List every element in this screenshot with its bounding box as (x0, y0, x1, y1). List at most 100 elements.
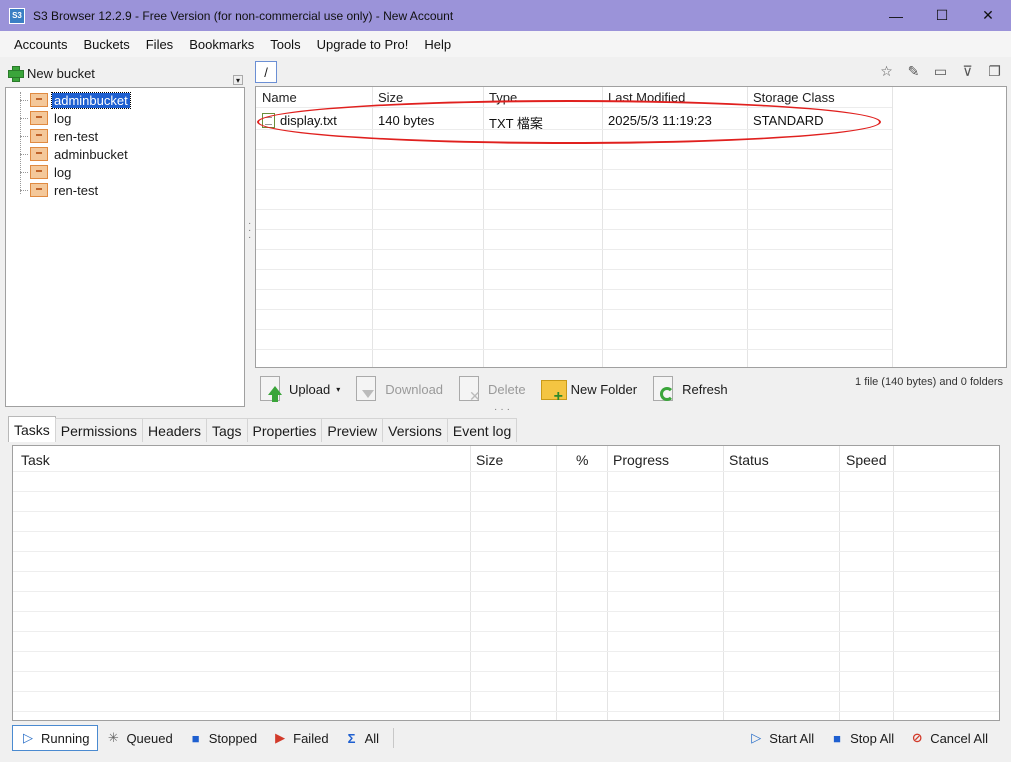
tab-tags[interactable]: Tags (205, 418, 248, 442)
highlight-annotation (257, 100, 881, 144)
column-header-status[interactable]: Status (729, 452, 769, 468)
start-all-button[interactable]: ▷ Start All (741, 725, 822, 751)
filter-all-button[interactable]: Σ All (337, 725, 387, 751)
tree-item-label: ren-test (54, 182, 99, 198)
menu-accounts[interactable]: Accounts (6, 37, 75, 52)
filter-queued-label: Queued (126, 730, 173, 746)
tree-item-bucket[interactable]: ren-test (20, 127, 100, 145)
stop-icon: ■ (191, 730, 200, 746)
vertical-splitter[interactable]: · · · (248, 219, 252, 243)
tree-item-label: adminbucket (51, 91, 131, 109)
menu-bar: Accounts Buckets Files Bookmarks Tools U… (0, 31, 1011, 57)
bucket-tree[interactable]: adminbucket log ren-test adminbucket log… (5, 87, 245, 407)
app-icon: S3 (9, 7, 25, 24)
column-header-name[interactable]: Name (262, 90, 297, 105)
tree-item-label: log (54, 164, 72, 180)
new-folder-button[interactable]: + New Folder (540, 372, 637, 406)
cancel-all-button[interactable]: ⊘ Cancel All (902, 725, 996, 751)
filter-running-button[interactable]: ▷ Running (12, 725, 99, 751)
new-bucket-button[interactable]: New bucket (27, 66, 95, 81)
refresh-label: Refresh (682, 381, 728, 397)
bucket-icon (30, 183, 48, 197)
maximize-button[interactable]: ☐ (919, 0, 965, 31)
filter-stopped-label: Stopped (208, 730, 258, 746)
tree-item-label: adminbucket (54, 146, 128, 162)
task-filter-bar: ▷ Running ✳ Queued ■ Stopped ▶ Failed Σ … (12, 724, 1000, 752)
tab-tasks[interactable]: Tasks (8, 416, 56, 442)
task-control-buttons: ▷ Start All ■ Stop All ⊘ Cancel All (741, 724, 996, 752)
download-button[interactable]: Download (354, 372, 443, 406)
start-all-icon: ▷ (751, 730, 762, 745)
stop-all-icon: ■ (833, 730, 842, 746)
tree-item-bucket[interactable]: ren-test (20, 181, 100, 199)
minimize-button[interactable]: — (873, 0, 919, 31)
spinner-icon: ✳ (107, 730, 119, 745)
close-button[interactable]: ✕ (965, 0, 1011, 31)
refresh-icon (651, 374, 677, 404)
menu-upgrade[interactable]: Upgrade to Pro! (309, 37, 417, 52)
tab-permissions[interactable]: Permissions (54, 418, 144, 442)
column-header-percent[interactable]: % (576, 452, 588, 468)
stop-all-button[interactable]: ■ Stop All (822, 725, 902, 751)
tree-item-bucket[interactable]: adminbucket (20, 145, 130, 163)
tab-versions[interactable]: Versions (382, 418, 448, 442)
chevron-down-icon[interactable]: ▾ (336, 385, 340, 394)
stop-all-label: Stop All (850, 730, 895, 746)
download-label: Download (385, 381, 444, 397)
filter-failed-button[interactable]: ▶ Failed (265, 725, 336, 751)
filter-icon[interactable]: ⊽ (959, 63, 976, 80)
tasks-grid[interactable]: Task Size % Progress Status Speed (12, 445, 1000, 721)
horizontal-splitter[interactable]: ··· (494, 404, 513, 415)
pencil-icon[interactable]: ✎ (905, 63, 922, 80)
filter-running-label: Running (41, 730, 90, 746)
column-header-speed[interactable]: Speed (846, 452, 886, 468)
dropdown-icon[interactable]: ▾ (233, 75, 243, 85)
tab-preview[interactable]: Preview (321, 418, 384, 442)
column-header-size[interactable]: Size (476, 452, 503, 468)
failed-icon: ▶ (275, 730, 286, 745)
file-list[interactable]: Name Size Type Last Modified Storage Cla… (255, 86, 1007, 368)
filter-queued-button[interactable]: ✳ Queued (98, 725, 180, 751)
menu-buckets[interactable]: Buckets (75, 37, 137, 52)
column-header-storage[interactable]: Storage Class (753, 90, 835, 105)
download-icon (354, 374, 380, 404)
delete-button[interactable]: ✕ Delete (457, 372, 526, 406)
menu-bookmarks[interactable]: Bookmarks (181, 37, 262, 52)
tab-properties[interactable]: Properties (246, 418, 323, 442)
upload-label: Upload (289, 381, 331, 397)
upload-icon (258, 374, 284, 404)
menu-files[interactable]: Files (138, 37, 181, 52)
star-icon[interactable]: ☆ (878, 63, 895, 80)
path-tab[interactable]: / (255, 61, 277, 83)
bucket-icon (30, 147, 48, 161)
tree-item-label: log (54, 110, 72, 126)
tab-headers[interactable]: Headers (142, 418, 207, 442)
separator (393, 728, 395, 748)
tree-item-bucket[interactable]: adminbucket (20, 91, 131, 109)
upload-button[interactable]: Upload ▾ (258, 372, 340, 406)
plus-icon[interactable] (7, 65, 24, 82)
copy-icon[interactable]: ❐ (986, 63, 1003, 80)
menu-tools[interactable]: Tools (262, 37, 308, 52)
new-folder-label: New Folder (570, 381, 638, 397)
tree-item-bucket[interactable]: log (20, 163, 73, 181)
bottom-tabs: Tasks Permissions Headers Tags Propertie… (8, 416, 518, 442)
bucket-toolbar: New bucket ▾ (5, 61, 245, 85)
filter-all-label: All (364, 730, 380, 746)
file-actions-toolbar: Upload ▾ Download ✕ Delete + New Folder … (258, 372, 758, 406)
cancel-all-icon: ⊘ (911, 730, 923, 745)
window-title: S3 Browser 12.2.9 - Free Version (for no… (33, 8, 454, 23)
tree-item-bucket[interactable]: log (20, 109, 73, 127)
cancel-all-label: Cancel All (930, 730, 988, 746)
menu-help[interactable]: Help (416, 37, 459, 52)
delete-icon: ✕ (457, 374, 483, 404)
bucket-icon (30, 165, 48, 179)
filter-stopped-button[interactable]: ■ Stopped (181, 725, 265, 751)
view-toolbar: ☆ ✎ ▭ ⊽ ❐ (878, 61, 1003, 81)
column-header-progress[interactable]: Progress (613, 452, 669, 468)
window-icon[interactable]: ▭ (932, 63, 949, 80)
tab-event-log[interactable]: Event log (446, 418, 518, 442)
file-count-status: 1 file (140 bytes) and 0 folders (855, 376, 1003, 388)
column-header-task[interactable]: Task (21, 452, 50, 468)
refresh-button[interactable]: Refresh (651, 372, 728, 406)
